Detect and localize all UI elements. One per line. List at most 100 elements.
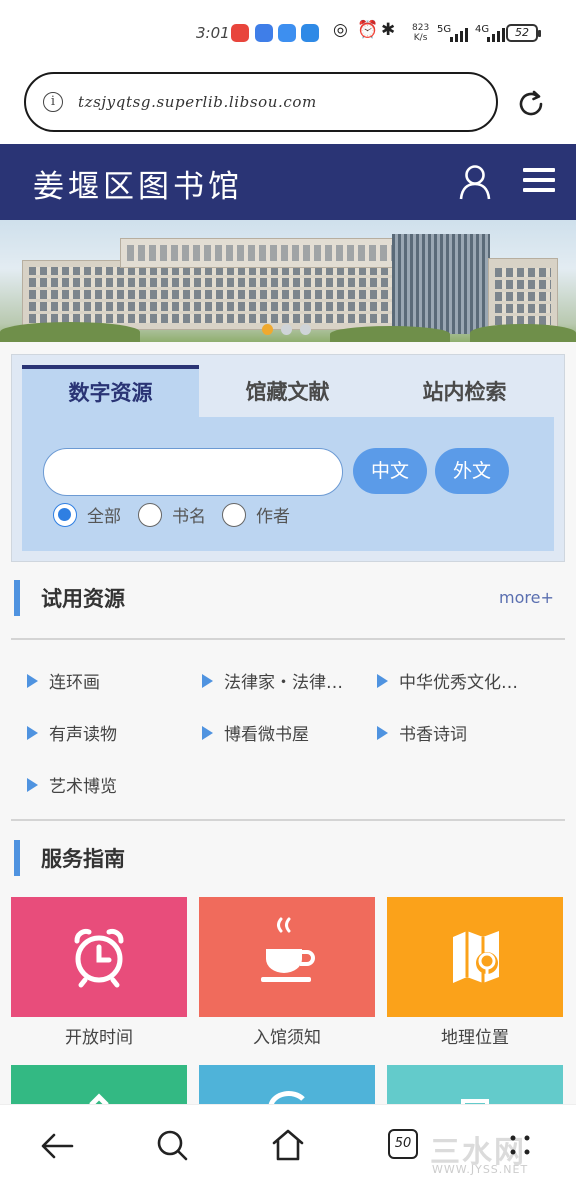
list-item-label: 法律家・法律… — [224, 673, 343, 693]
trial-resources-title: 试用资源 — [41, 587, 125, 611]
alarm-icon: ⏰ — [357, 20, 379, 40]
tile-icon-5 — [268, 1091, 305, 1105]
library-building-top — [120, 238, 430, 268]
radio-circle[interactable] — [222, 502, 246, 527]
site-info-icon[interactable]: i — [43, 92, 63, 112]
list-item-label: 书香诗词 — [399, 725, 467, 745]
triangle-bullet-icon — [202, 725, 213, 740]
address-bar[interactable]: i tzsjyqtsg.superlib.libsou.com — [24, 72, 498, 132]
notification-chat-app-icon — [301, 24, 319, 42]
notification-app-icon-blue — [255, 24, 273, 42]
triangle-bullet-icon — [27, 673, 38, 688]
triangle-bullet-icon — [202, 673, 213, 688]
search-chinese-button[interactable]: 中文 — [353, 448, 427, 494]
tabs-count-button[interactable]: 50 — [388, 1129, 418, 1159]
list-item-label: 博看微书屋 — [224, 725, 309, 745]
alarm-clock-icon — [74, 929, 124, 988]
search-panel: 数字资源 馆藏文献 站内检索 中文 外文 全部 书名 作者 — [11, 354, 565, 562]
tile-icon-6 — [461, 1099, 489, 1105]
reload-icon[interactable] — [515, 88, 547, 120]
radio-circle-checked[interactable] — [53, 502, 77, 527]
tile-location[interactable] — [387, 897, 563, 1017]
tile-service-6[interactable] — [387, 1065, 563, 1105]
trial-resources-header: 试用资源 more+ — [0, 572, 576, 628]
trial-resources-list: 连环画 法律家・法律… 中华优秀文化… 有声读物 博看微书屋 书香诗词 艺术博览 — [11, 638, 565, 821]
scope-radio-author-label: 作者 — [256, 507, 290, 527]
list-item[interactable]: 法律家・法律… — [202, 668, 343, 693]
scope-radio-title[interactable]: 书名 — [138, 502, 206, 527]
list-item[interactable]: 博看微书屋 — [202, 720, 309, 745]
status-bar: 3:01 ◎ ⏰ ✱ 823 K/s 5G 4G 52 — [0, 0, 576, 66]
triangle-bullet-icon — [377, 673, 388, 688]
tab-collection-documents[interactable]: 馆藏文献 — [199, 365, 376, 417]
search-foreign-button[interactable]: 外文 — [435, 448, 509, 494]
map-icon — [453, 931, 499, 983]
tile-opening-hours-label: 开放时间 — [65, 1028, 133, 1048]
library-glass-tower — [392, 234, 490, 334]
tab-site-search[interactable]: 站内检索 — [376, 365, 553, 417]
list-item[interactable]: 连环画 — [27, 668, 100, 693]
tile-visitor-notice[interactable] — [199, 897, 375, 1017]
list-item-label: 有声读物 — [49, 725, 117, 745]
tab-digital-resources[interactable]: 数字资源 — [22, 365, 199, 417]
url-text[interactable]: tzsjyqtsg.superlib.libsou.com — [78, 93, 317, 111]
signal-4g-bars-icon — [487, 26, 505, 42]
triangle-bullet-icon — [27, 777, 38, 792]
list-item-label: 中华优秀文化… — [399, 673, 518, 693]
list-item-label: 艺术博览 — [49, 777, 117, 797]
search-icon[interactable] — [152, 1125, 192, 1165]
hotspot-icon: ◎ — [333, 20, 348, 40]
service-guide-title: 服务指南 — [41, 847, 125, 871]
menu-icon[interactable] — [523, 168, 555, 196]
bluetooth-icon: ✱ — [381, 20, 396, 40]
tile-location-label: 地理位置 — [441, 1028, 509, 1048]
notification-app-icon-red — [231, 24, 249, 42]
scope-radio-title-label: 书名 — [172, 507, 206, 527]
tile-service-5[interactable] — [199, 1065, 375, 1105]
more-menu-icon[interactable] — [500, 1125, 540, 1165]
trial-resources-more-link[interactable]: more+ — [499, 588, 554, 607]
banner-dot[interactable] — [300, 324, 311, 335]
search-tabs: 数字资源 馆藏文献 站内检索 — [22, 365, 554, 417]
scope-radio-author[interactable]: 作者 — [222, 502, 290, 527]
tile-icon-4 — [89, 1093, 109, 1105]
list-item[interactable]: 有声读物 — [27, 720, 117, 745]
back-arrow-icon[interactable] — [38, 1125, 78, 1165]
service-guide-header: 服务指南 — [0, 832, 576, 888]
signal-5g-label: 5G — [437, 24, 452, 35]
site-header: 姜堰区图书馆 — [0, 144, 576, 220]
site-title[interactable]: 姜堰区图书馆 — [33, 161, 243, 206]
home-icon[interactable] — [268, 1125, 308, 1165]
status-time: 3:01 — [196, 24, 230, 42]
banner-trees-mid — [330, 326, 450, 342]
search-input[interactable] — [43, 448, 343, 496]
triangle-bullet-icon — [27, 725, 38, 740]
list-item[interactable]: 书香诗词 — [377, 720, 467, 745]
radio-circle[interactable] — [138, 502, 162, 527]
user-icon[interactable] — [458, 164, 492, 200]
scope-radio-all-label: 全部 — [87, 507, 121, 527]
network-speed-value: 823 — [412, 23, 430, 33]
network-speed: 823 K/s — [412, 23, 429, 43]
banner-trees-right — [470, 324, 576, 342]
network-speed-unit: K/s — [413, 33, 428, 43]
banner-pagination[interactable] — [262, 324, 311, 335]
list-item-label: 连环画 — [49, 673, 100, 693]
triangle-bullet-icon — [377, 725, 388, 740]
tile-opening-hours[interactable] — [11, 897, 187, 1017]
section-accent-bar — [14, 840, 20, 876]
signal-5g-bars-icon — [450, 26, 468, 42]
coffee-cup-icon — [261, 917, 315, 982]
library-building-right — [488, 258, 558, 332]
banner-dot[interactable] — [281, 324, 292, 335]
library-building-left — [22, 260, 402, 330]
banner-dot-active[interactable] — [262, 324, 273, 335]
list-item[interactable]: 艺术博览 — [27, 772, 117, 797]
scope-radio-all[interactable]: 全部 — [53, 502, 121, 527]
browser-address-row: i tzsjyqtsg.superlib.libsou.com — [0, 66, 576, 144]
library-banner-image[interactable] — [0, 220, 576, 342]
banner-trees-left — [0, 322, 140, 342]
tile-visitor-notice-label: 入馆须知 — [253, 1028, 321, 1048]
tile-service-4[interactable] — [11, 1065, 187, 1105]
list-item[interactable]: 中华优秀文化… — [377, 668, 518, 693]
